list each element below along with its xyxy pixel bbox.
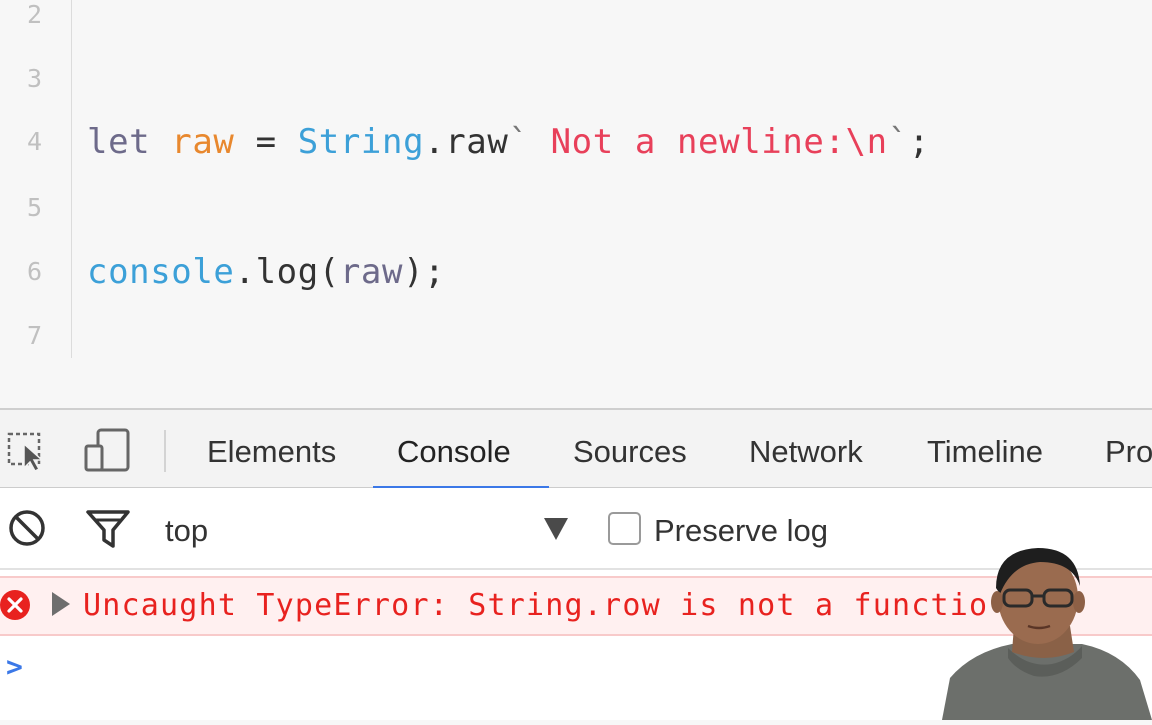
code-token: );	[403, 252, 446, 292]
code-token: Not a newline:\n	[550, 122, 888, 162]
line-number: 4	[26, 127, 42, 156]
code-token: let	[87, 122, 172, 162]
toolbar-separator	[164, 430, 166, 472]
code-text: let raw = String.raw` Not a newline:\n`;	[87, 122, 930, 162]
tab-network[interactable]: Network	[749, 410, 863, 490]
devtools-tab-bar: Elements Console Sources Network Timelin…	[0, 408, 1152, 490]
code-token: `	[508, 122, 551, 162]
tab-timeline[interactable]: Timeline	[927, 410, 1043, 490]
code-line[interactable]: 7	[0, 316, 1152, 356]
error-text: Uncaught TypeError: String.row is not a …	[83, 588, 989, 623]
code-token: `	[887, 122, 909, 162]
line-number: 2	[26, 0, 42, 29]
code-token: String	[297, 122, 425, 162]
code-line[interactable]: 2	[0, 0, 1152, 35]
code-token: raw	[171, 122, 235, 162]
tab-console[interactable]: Console	[397, 410, 511, 490]
code-token: ;	[908, 122, 930, 162]
code-text: console.log(raw);	[87, 252, 445, 292]
preserve-log-label[interactable]: Preserve log	[654, 488, 828, 574]
code-token: .log(	[234, 252, 340, 292]
context-selector[interactable]: top	[165, 488, 208, 574]
line-number: 6	[26, 257, 42, 286]
gutter-divider	[71, 0, 72, 358]
error-icon	[0, 590, 30, 620]
tab-profiles[interactable]: Pro	[1105, 410, 1152, 490]
code-editor[interactable]: 2 3 4 let raw = String.raw` Not a newlin…	[0, 0, 1152, 408]
inspect-element-icon[interactable]	[4, 428, 52, 472]
filter-icon[interactable]	[86, 506, 134, 550]
code-line[interactable]: 5	[0, 188, 1152, 228]
code-line[interactable]: 4 let raw = String.raw` Not a newline:\n…	[0, 122, 1152, 162]
line-number: 7	[26, 321, 42, 350]
presenter-webcam	[942, 540, 1152, 720]
code-line[interactable]: 3	[0, 59, 1152, 99]
preserve-log-checkbox[interactable]	[608, 512, 641, 545]
code-token: .raw	[424, 122, 509, 162]
tab-elements[interactable]: Elements	[207, 410, 336, 490]
code-line[interactable]: 6 console.log(raw);	[0, 252, 1152, 292]
expand-arrow-icon[interactable]	[52, 592, 70, 616]
tab-sources[interactable]: Sources	[573, 410, 687, 490]
dropdown-arrow-icon[interactable]	[544, 518, 568, 540]
code-token: =	[234, 122, 298, 162]
code-token: console	[87, 252, 235, 292]
device-toolbar-icon[interactable]	[84, 428, 132, 472]
clear-console-icon[interactable]	[4, 506, 52, 550]
console-prompt[interactable]: >	[6, 652, 23, 682]
line-number: 5	[26, 193, 42, 222]
line-number: 3	[26, 64, 42, 93]
code-token: raw	[339, 252, 404, 292]
